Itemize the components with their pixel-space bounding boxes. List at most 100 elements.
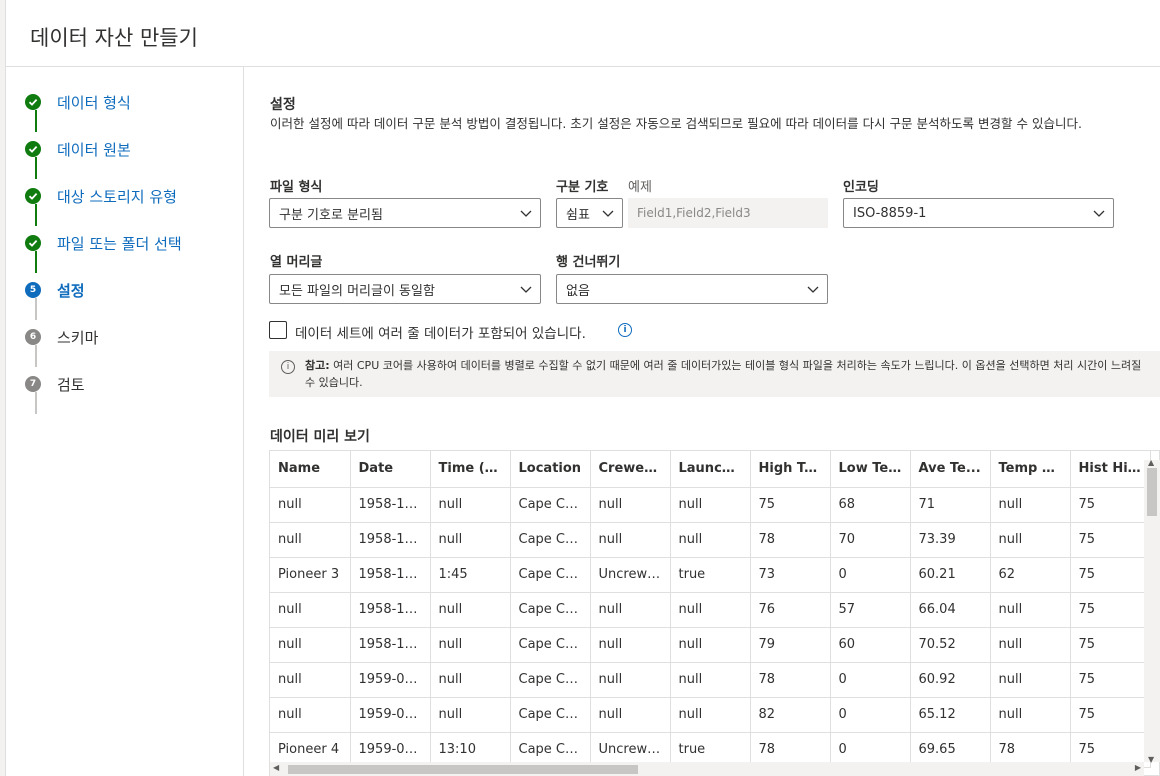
step-data-type[interactable]: 데이터 형식 — [25, 90, 131, 114]
table-cell: null — [990, 522, 1071, 558]
step-select-file-folder[interactable]: 파일 또는 폴더 선택 — [25, 231, 182, 255]
table-cell: 60.92 — [910, 662, 991, 698]
multiline-note: i 참고: 여러 CPU 코어를 사용하여 데이터를 병렬로 수집할 수 없기 … — [269, 351, 1160, 397]
table-cell: Cape Ca... — [510, 697, 591, 733]
table-cell: null — [670, 592, 751, 628]
table-cell: null — [590, 627, 671, 663]
step-number: 7 — [25, 376, 41, 392]
step-storage-type[interactable]: 대상 스토리지 유형 — [25, 184, 177, 208]
table-cell: 1958-12... — [350, 522, 431, 558]
checkmark-icon — [25, 141, 41, 157]
table-cell: 1959-03... — [350, 662, 431, 698]
table-cell: null — [590, 522, 671, 558]
table-cell: 78 — [750, 662, 831, 698]
skip-rows-dropdown[interactable]: 없음 — [556, 274, 828, 304]
table-row: null 1959-03... null Cape Ca... null null 82 0 6… — [270, 697, 1151, 733]
table-cell: null — [590, 487, 671, 523]
table-cell: 82 — [750, 697, 831, 733]
table-cell: 79 — [750, 627, 831, 663]
table-cell: null — [590, 697, 671, 733]
data-preview-title: 데이터 미리 보기 — [270, 429, 370, 445]
scroll-up-arrow-icon[interactable]: ▲ — [1148, 458, 1154, 467]
table-cell: 73 — [750, 557, 831, 593]
column-header[interactable]: Ave Te... — [910, 451, 991, 488]
column-header[interactable]: Temp a... — [990, 451, 1071, 488]
note-bold-label: 참고: — [305, 359, 330, 372]
column-header[interactable]: Launch... — [670, 451, 751, 488]
step-label: 파일 또는 폴더 선택 — [57, 234, 182, 253]
table-cell: Cape Ca... — [510, 487, 591, 523]
page-title: 데이터 자산 만들기 — [30, 26, 198, 50]
column-header-value: 모든 파일의 머리글이 동일함 — [279, 283, 435, 299]
file-format-dropdown[interactable]: 구분 기호로 분리됨 — [269, 198, 541, 228]
scroll-down-arrow-icon[interactable]: ▼ — [1148, 755, 1154, 764]
table-cell: null — [670, 627, 751, 663]
horizontal-scroll-thumb[interactable] — [288, 765, 638, 774]
step-number: 5 — [25, 282, 41, 298]
encoding-label: 인코딩 — [843, 180, 879, 195]
column-header[interactable]: Crewed... — [590, 451, 671, 488]
step-label: 스키마 — [57, 328, 99, 347]
table-cell: 57 — [830, 592, 911, 628]
column-header[interactable]: Low Te... — [830, 451, 911, 488]
step-data-source[interactable]: 데이터 원본 — [25, 137, 131, 161]
table-cell: 1958-12... — [350, 592, 431, 628]
table-cell: 71 — [910, 487, 991, 523]
table-cell: null — [270, 627, 351, 663]
step-label: 대상 스토리지 유형 — [57, 187, 177, 206]
chevron-down-icon — [602, 210, 614, 217]
table-cell: 60 — [830, 627, 911, 663]
table-cell: 75 — [1070, 662, 1151, 698]
table-cell: 75 — [1070, 487, 1151, 523]
table-cell: null — [270, 487, 351, 523]
table-cell: 78 — [750, 522, 831, 558]
table-cell: 75 — [1070, 522, 1151, 558]
table-cell: 70 — [830, 522, 911, 558]
table-cell: 0 — [830, 557, 911, 593]
table-cell: 75 — [750, 487, 831, 523]
table-cell: 62 — [990, 557, 1071, 593]
chevron-down-icon — [807, 286, 819, 293]
scroll-left-arrow-icon[interactable]: ◀ — [273, 763, 279, 772]
column-header-dropdown[interactable]: 모든 파일의 머리글이 동일함 — [269, 274, 541, 304]
table-row: null 1958-12... null Cape Ca... null null 79 60… — [270, 627, 1151, 663]
table-cell: null — [430, 627, 511, 663]
checkmark-icon — [25, 94, 41, 110]
table-cell: null — [990, 592, 1071, 628]
column-header[interactable]: Time (E... — [430, 451, 511, 488]
chevron-down-icon — [1093, 210, 1105, 217]
table-row: null 1958-12... null Cape Ca... null null 75 68… — [270, 487, 1151, 523]
encoding-value: ISO-8859-1 — [853, 205, 927, 221]
table-cell: 1958-12... — [350, 627, 431, 663]
table-cell: null — [990, 487, 1071, 523]
table-cell: 0 — [830, 662, 911, 698]
step-schema[interactable]: 6 스키마 — [25, 325, 98, 349]
multiline-checkbox[interactable] — [269, 321, 287, 339]
encoding-dropdown[interactable]: ISO-8859-1 — [843, 198, 1114, 228]
column-header[interactable]: Hist Hi... — [1070, 451, 1151, 488]
step-review[interactable]: 7 검토 — [25, 372, 85, 396]
table-cell: null — [270, 592, 351, 628]
column-header[interactable]: Date — [350, 451, 431, 488]
vertical-scroll-thumb[interactable] — [1147, 468, 1157, 516]
multiline-checkbox-label: 데이터 세트에 여러 줄 데이터가 포함되어 있습니다. — [295, 326, 586, 342]
table-cell: Cape Ca... — [510, 592, 591, 628]
table-row: null 1958-12... null Cape Ca... null null 76 57… — [270, 592, 1151, 628]
delimiter-value: 쉼표 — [566, 207, 590, 223]
step-settings[interactable]: 5 설정 — [25, 278, 85, 302]
table-cell: Cape Ca... — [510, 522, 591, 558]
table-cell: null — [270, 697, 351, 733]
horizontal-scrollbar[interactable]: ◀ ▶ — [270, 762, 1144, 776]
column-header[interactable]: Location — [510, 451, 591, 488]
vertical-scrollbar[interactable]: ▲ ▼ — [1144, 458, 1160, 764]
column-header[interactable]: Name — [270, 451, 351, 488]
table-cell: 75 — [1070, 557, 1151, 593]
checkmark-icon — [25, 188, 41, 204]
scroll-right-arrow-icon[interactable]: ▶ — [1135, 763, 1141, 772]
table-cell: null — [990, 697, 1071, 733]
file-format-label: 파일 형식 — [270, 180, 323, 195]
column-header[interactable]: High Te... — [750, 451, 831, 488]
info-icon[interactable]: i — [618, 323, 632, 337]
delimiter-dropdown[interactable]: 쉼표 — [556, 198, 623, 228]
file-format-value: 구분 기호로 분리됨 — [279, 207, 383, 223]
